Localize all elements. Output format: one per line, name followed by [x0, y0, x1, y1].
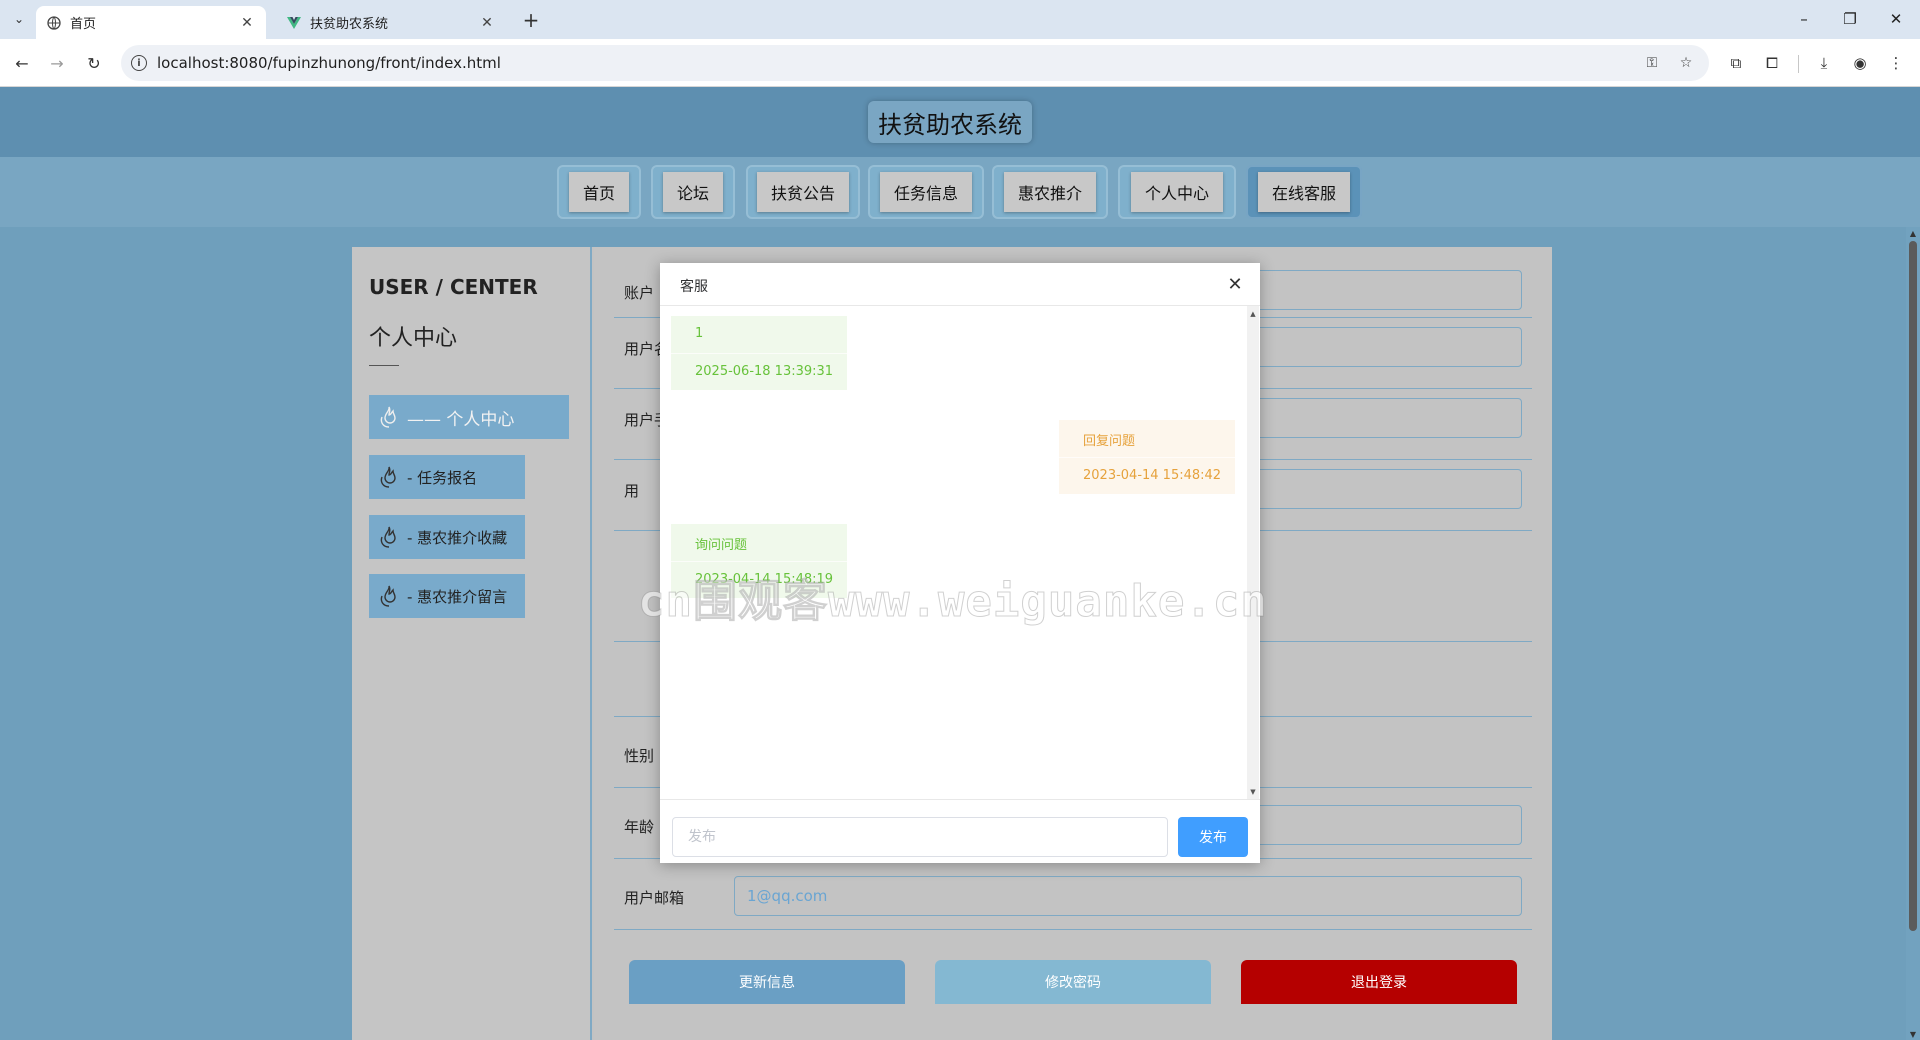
customer-service-dialog: 客服 ✕ 1 2025-06-18 13:39:31 回复问题 2023-04-…: [660, 263, 1260, 863]
sidebar-item-label: - 任务报名: [407, 468, 478, 487]
dialog-header: 客服 ✕: [660, 263, 1260, 306]
form-label: 用: [624, 482, 640, 500]
nav-label: 首页: [568, 172, 629, 212]
vue-icon: [286, 15, 302, 31]
message-text: 询问问题: [695, 538, 748, 553]
nav-customer-service[interactable]: 在线客服: [1246, 165, 1362, 219]
scroll-down-icon[interactable]: ▼: [1906, 1028, 1920, 1040]
bubble-divider: [671, 561, 847, 562]
page: 扶贫助农系统 首页 论坛 扶贫公告 任务信息 惠农推介 个人中心 在线客服 ▲ …: [0, 87, 1920, 1040]
screenshot-icon[interactable]: ⧉: [1724, 51, 1748, 75]
scroll-up-icon[interactable]: ▲: [1906, 227, 1920, 239]
message-time: 2025-06-18 13:39:31: [695, 364, 834, 379]
site-header: 扶贫助农系统: [0, 87, 1920, 157]
new-tab-icon[interactable]: +: [520, 8, 542, 32]
chat-scrollbar[interactable]: ▲ ▼: [1247, 306, 1259, 799]
message-time: 2023-04-14 15:48:42: [1083, 468, 1222, 483]
url-text[interactable]: localhost:8080/fupinzhunong/front/index.…: [157, 54, 501, 72]
chat-input[interactable]: [672, 817, 1168, 857]
nav-recommend[interactable]: 惠农推介: [992, 165, 1108, 219]
form-row-email: 用户邮箱: [614, 859, 1532, 930]
form-label: 账户: [624, 284, 655, 302]
message-text: 1: [695, 326, 704, 341]
chat-message-user: 1 2025-06-18 13:39:31: [671, 316, 847, 390]
bookmark-star-icon[interactable]: ☆: [1677, 54, 1695, 72]
change-password-button[interactable]: 修改密码: [935, 960, 1211, 1004]
flame-icon: [377, 524, 401, 550]
nav-tasks[interactable]: 任务信息: [868, 165, 984, 219]
scroll-down-icon[interactable]: ▼: [1247, 786, 1259, 798]
nav-label: 惠农推介: [1003, 172, 1096, 212]
flame-icon: [377, 464, 401, 490]
close-icon[interactable]: ✕: [1224, 273, 1246, 295]
bubble-divider: [671, 353, 847, 354]
nav-label: 在线客服: [1257, 172, 1350, 212]
form-label: 年龄: [624, 818, 655, 836]
sidebar-title-cn: 个人中心: [369, 326, 458, 351]
nav-home[interactable]: 首页: [557, 165, 641, 219]
nav-announcement[interactable]: 扶贫公告: [746, 165, 860, 219]
extensions-icon[interactable]: ⧠: [1760, 51, 1784, 75]
nav-label: 论坛: [662, 172, 723, 212]
address-bar[interactable]: i localhost:8080/fupinzhunong/front/inde…: [121, 45, 1709, 81]
dialog-title: 客服: [680, 279, 708, 295]
profile-icon[interactable]: ◉: [1848, 51, 1872, 75]
toolbar-divider: [1798, 55, 1799, 73]
chat-message-user: 询问问题 2023-04-14 15:48:19: [671, 524, 847, 598]
site-info-icon[interactable]: i: [131, 55, 147, 71]
logout-button[interactable]: 退出登录: [1241, 960, 1517, 1004]
nav-user-center[interactable]: 个人中心: [1118, 165, 1236, 219]
password-key-icon[interactable]: ⚿: [1643, 54, 1661, 72]
nav-forum[interactable]: 论坛: [651, 165, 735, 219]
site-title: 扶贫助农系统: [868, 101, 1032, 143]
sidebar-item-label: - 惠农推介收藏: [407, 528, 508, 547]
sidebar-item-label: - 惠农推介留言: [407, 587, 508, 606]
browser-toolbar: ← → ↻ i localhost:8080/fupinzhunong/fron…: [0, 39, 1920, 87]
globe-icon: [46, 15, 62, 31]
tab-title: 扶贫助农系统: [310, 17, 389, 32]
message-time: 2023-04-14 15:48:19: [695, 572, 834, 587]
page-scrollbar[interactable]: ▲ ▼: [1906, 227, 1920, 1040]
flame-icon: [377, 404, 401, 430]
tab-fupin[interactable]: 扶贫助农系统 ✕: [276, 6, 506, 39]
sidebar-item-user-center[interactable]: —— 个人中心: [369, 395, 569, 439]
send-button[interactable]: 发布: [1178, 817, 1248, 857]
sidebar-title-en: USER / CENTER: [369, 275, 538, 299]
close-icon[interactable]: ✕: [478, 14, 496, 32]
form-label: 用户邮箱: [624, 889, 685, 907]
sidebar-item-task-signup[interactable]: - 任务报名: [369, 455, 525, 499]
reload-icon[interactable]: ↻: [82, 51, 106, 75]
nav-label: 个人中心: [1130, 172, 1223, 212]
close-icon[interactable]: ✕: [238, 14, 256, 32]
browser-tab-bar: ⌄ 首页 ✕ 扶贫助农系统 ✕ + – ❐ ✕: [0, 0, 1920, 39]
nav-label: 任务信息: [879, 172, 972, 212]
message-text: 回复问题: [1083, 434, 1136, 449]
form-label: 性别: [624, 747, 655, 765]
chat-message-admin: 回复问题 2023-04-14 15:48:42: [1059, 420, 1235, 494]
bubble-divider: [1059, 457, 1235, 458]
restore-icon[interactable]: ❐: [1830, 6, 1870, 32]
sidebar-item-label: —— 个人中心: [407, 409, 515, 430]
tab-home[interactable]: 首页 ✕: [36, 6, 266, 39]
sidebar: USER / CENTER 个人中心 —— 个人中心 - 任务报名 - 惠农推介…: [352, 247, 592, 1040]
sidebar-divider: [369, 365, 399, 366]
download-icon[interactable]: ⤓: [1812, 51, 1836, 75]
scroll-thumb[interactable]: [1909, 241, 1917, 931]
chat-history[interactable]: 1 2025-06-18 13:39:31 回复问题 2023-04-14 15…: [660, 306, 1260, 800]
scroll-up-icon[interactable]: ▲: [1247, 308, 1259, 320]
tab-search-icon[interactable]: ⌄: [8, 8, 30, 30]
menu-icon[interactable]: ⋮: [1884, 51, 1908, 75]
minimize-icon[interactable]: –: [1784, 6, 1824, 32]
window-close-icon[interactable]: ✕: [1876, 6, 1916, 32]
update-info-button[interactable]: 更新信息: [629, 960, 905, 1004]
sidebar-item-favorites[interactable]: - 惠农推介收藏: [369, 515, 525, 559]
tab-title: 首页: [70, 17, 97, 32]
email-field[interactable]: [734, 876, 1522, 916]
back-icon[interactable]: ←: [10, 51, 34, 75]
nav-label: 扶贫公告: [756, 172, 849, 212]
sidebar-item-messages[interactable]: - 惠农推介留言: [369, 574, 525, 618]
forward-icon[interactable]: →: [45, 51, 69, 75]
flame-icon: [377, 583, 401, 609]
